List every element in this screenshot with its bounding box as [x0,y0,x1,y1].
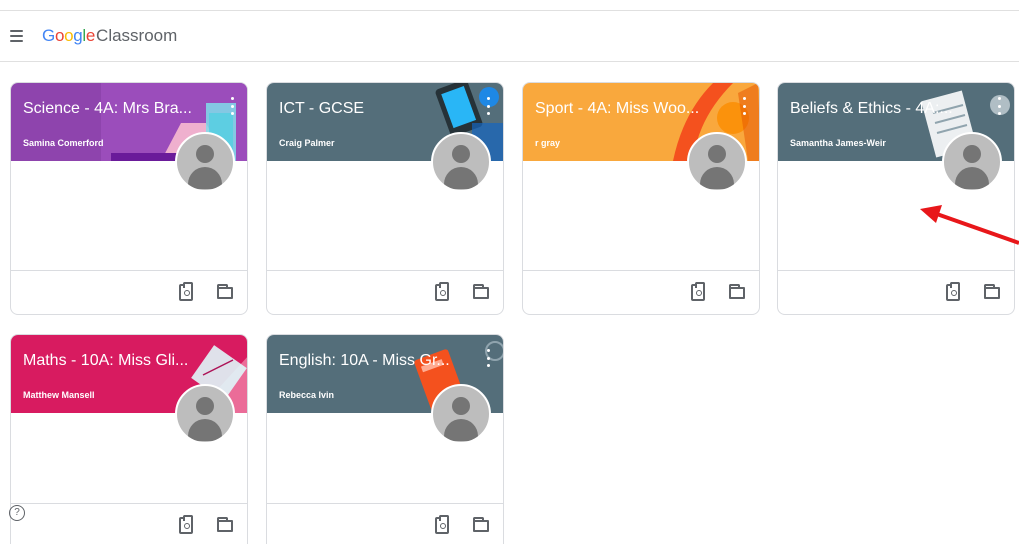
logo-letter: o [54,26,65,45]
folder-icon[interactable] [473,517,489,532]
folder-icon[interactable] [984,284,1000,299]
course-card-english[interactable]: English: 10A - Miss Gr... Rebecca Ivin [266,334,504,544]
app-logo[interactable]: Google Classroom [42,26,177,46]
logo-letter: o [64,26,74,45]
help-icon[interactable]: ? [9,505,25,521]
more-options-icon[interactable] [996,97,1002,115]
card-footer [11,270,247,314]
teacher-name[interactable]: Rebecca Ivin [279,390,334,400]
more-options-icon[interactable] [229,97,235,115]
more-options-icon[interactable] [485,97,491,115]
folder-icon[interactable] [729,284,745,299]
logo-google-text: Google [42,26,95,46]
teacher-name[interactable]: Samina Comerford [23,138,104,148]
assignment-icon[interactable] [435,515,449,534]
course-title[interactable]: ICT - GCSE [279,100,474,118]
teacher-name[interactable]: Matthew Mansell [23,390,95,400]
hamburger-menu-icon[interactable] [10,28,30,44]
folder-icon[interactable] [217,284,233,299]
course-card-science[interactable]: Science - 4A: Mrs Bra... Samina Comerfor… [10,82,248,315]
avatar [175,384,235,444]
course-card-ict[interactable]: ICT - GCSE Craig Palmer [266,82,504,315]
avatar [431,132,491,192]
card-footer [267,503,503,544]
course-card-beliefs-ethics[interactable]: Beliefs & Ethics - 4A:... Samantha James… [777,82,1015,315]
course-card-sport[interactable]: Sport - 4A: Miss Woo... r gray [522,82,760,315]
card-footer [267,270,503,314]
avatar [175,132,235,192]
assignment-icon[interactable] [179,282,193,301]
logo-letter: e [85,26,96,45]
assignment-icon[interactable] [435,282,449,301]
logo-letter: G [42,26,55,45]
card-footer [778,270,1014,314]
avatar [942,132,1002,192]
card-footer [523,270,759,314]
course-title[interactable]: Sport - 4A: Miss Woo... [535,100,730,118]
course-title[interactable]: Beliefs & Ethics - 4A:... [790,100,985,118]
assignment-icon[interactable] [691,282,705,301]
red-annotation-arrow [920,205,1019,245]
card-footer [11,503,247,544]
course-card-maths[interactable]: Maths - 10A: Miss Gli... Matthew Mansell [10,334,248,544]
classroom-page: Google Classroom Science - 4A: Mrs Bra..… [0,0,1019,544]
teacher-name[interactable]: Samantha James-Weir [790,138,886,148]
teacher-name[interactable]: r gray [535,138,560,148]
avatar [687,132,747,192]
assignment-icon[interactable] [179,515,193,534]
course-title[interactable]: English: 10A - Miss Gr... [279,352,474,370]
avatar [431,384,491,444]
logo-classroom-text: Classroom [96,26,178,45]
course-title[interactable]: Science - 4A: Mrs Bra... [23,100,218,118]
more-options-icon[interactable] [485,349,491,367]
assignment-icon[interactable] [946,282,960,301]
course-title[interactable]: Maths - 10A: Miss Gli... [23,352,218,370]
teacher-name[interactable]: Craig Palmer [279,138,335,148]
more-options-icon[interactable] [741,97,747,115]
top-bar: Google Classroom [0,10,1019,62]
folder-icon[interactable] [473,284,489,299]
folder-icon[interactable] [217,517,233,532]
